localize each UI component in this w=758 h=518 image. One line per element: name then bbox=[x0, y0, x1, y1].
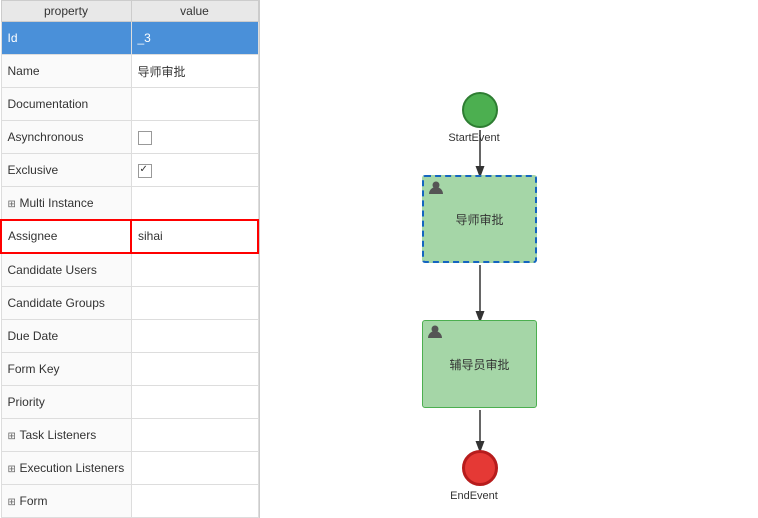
table-row[interactable]: Candidate Users bbox=[1, 253, 258, 286]
value-cell: sihai bbox=[131, 220, 258, 253]
table-row[interactable]: ⊞Multi Instance bbox=[1, 187, 258, 220]
table-row[interactable]: Priority bbox=[1, 385, 258, 418]
value-cell bbox=[131, 187, 258, 220]
property-cell: Candidate Groups bbox=[1, 286, 131, 319]
diagram-canvas: StartEvent 导师审批 辅导员审批 EndEvent bbox=[260, 0, 758, 518]
expand-icon[interactable]: ⊞ bbox=[8, 464, 20, 475]
value-cell bbox=[131, 88, 258, 121]
table-row[interactable]: ⊞Execution Listeners bbox=[1, 451, 258, 484]
task1-box[interactable]: 导师审批 bbox=[422, 175, 537, 263]
end-event[interactable] bbox=[462, 450, 498, 486]
value-cell bbox=[131, 418, 258, 451]
value-cell bbox=[131, 253, 258, 286]
value-cell bbox=[131, 154, 258, 187]
property-cell: Name bbox=[1, 55, 131, 88]
value-cell bbox=[131, 286, 258, 319]
table-row[interactable]: Candidate Groups bbox=[1, 286, 258, 319]
col-value-header: value bbox=[131, 1, 258, 22]
value-cell bbox=[131, 385, 258, 418]
col-property-header: property bbox=[1, 1, 131, 22]
property-cell: ⊞Multi Instance bbox=[1, 187, 131, 220]
value-cell bbox=[131, 484, 258, 517]
property-cell: ⊞Form bbox=[1, 484, 131, 517]
property-cell: ⊞Task Listeners bbox=[1, 418, 131, 451]
table-row[interactable]: Assigneesihai bbox=[1, 220, 258, 253]
property-cell: Priority bbox=[1, 385, 131, 418]
table-row[interactable]: Id_3 bbox=[1, 22, 258, 55]
table-row[interactable]: Due Date bbox=[1, 319, 258, 352]
user-icon-task2 bbox=[427, 324, 443, 340]
table-row[interactable]: ⊞Form bbox=[1, 484, 258, 517]
property-cell: Documentation bbox=[1, 88, 131, 121]
property-cell: ⊞Execution Listeners bbox=[1, 451, 131, 484]
task2-label: 辅导员审批 bbox=[449, 356, 509, 373]
checkbox-checked[interactable] bbox=[138, 164, 152, 178]
property-table: property value Id_3Name导师审批Documentation… bbox=[0, 0, 259, 518]
start-event[interactable] bbox=[462, 92, 498, 128]
property-panel: property value Id_3Name导师审批Documentation… bbox=[0, 0, 260, 518]
expand-icon[interactable]: ⊞ bbox=[8, 199, 20, 210]
task1-label: 导师审批 bbox=[455, 211, 503, 228]
table-row[interactable]: Name导师审批 bbox=[1, 55, 258, 88]
value-cell: _3 bbox=[131, 22, 258, 55]
property-cell: Exclusive bbox=[1, 154, 131, 187]
diagram-panel: StartEvent 导师审批 辅导员审批 EndEvent bbox=[260, 0, 758, 518]
property-cell: Id bbox=[1, 22, 131, 55]
checkbox-unchecked[interactable] bbox=[138, 131, 152, 145]
end-event-label: EndEvent bbox=[444, 490, 504, 502]
property-cell: Candidate Users bbox=[1, 253, 131, 286]
value-cell bbox=[131, 121, 258, 154]
table-row[interactable]: Documentation bbox=[1, 88, 258, 121]
value-cell: 导师审批 bbox=[131, 55, 258, 88]
value-cell bbox=[131, 319, 258, 352]
table-row[interactable]: ⊞Task Listeners bbox=[1, 418, 258, 451]
table-row[interactable]: Form Key bbox=[1, 352, 258, 385]
property-cell: Due Date bbox=[1, 319, 131, 352]
value-cell bbox=[131, 451, 258, 484]
property-cell: Asynchronous bbox=[1, 121, 131, 154]
value-cell bbox=[131, 352, 258, 385]
property-cell: Assignee bbox=[1, 220, 131, 253]
expand-icon[interactable]: ⊞ bbox=[8, 431, 20, 442]
table-row[interactable]: Exclusive bbox=[1, 154, 258, 187]
task2-box[interactable]: 辅导员审批 bbox=[422, 320, 537, 408]
start-event-label: StartEvent bbox=[444, 132, 504, 144]
expand-icon[interactable]: ⊞ bbox=[8, 497, 20, 508]
user-icon-task1 bbox=[428, 180, 444, 196]
table-row[interactable]: Asynchronous bbox=[1, 121, 258, 154]
property-cell: Form Key bbox=[1, 352, 131, 385]
